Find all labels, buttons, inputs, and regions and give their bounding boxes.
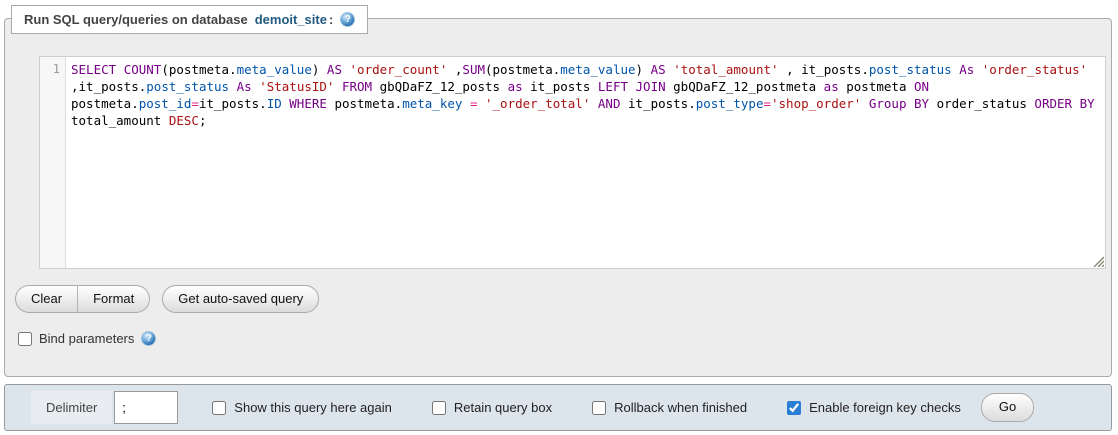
rollback-checkbox[interactable] <box>592 400 607 415</box>
bind-parameters-label: Bind parameters <box>39 331 135 346</box>
go-button[interactable]: Go <box>980 393 1035 422</box>
show-query-again-label: Show this query here again <box>234 400 392 415</box>
help-icon[interactable]: ? <box>340 12 356 27</box>
bind-parameters-row: Bind parameters ? <box>18 331 157 346</box>
retain-query-box-label: Retain query box <box>453 400 553 415</box>
delimiter-label: Delimiter <box>31 391 113 424</box>
foreign-key-checks-label: Enable foreign key checks <box>809 400 961 415</box>
format-button[interactable]: Format <box>77 285 151 314</box>
fieldset-legend: Run SQL query/queries on database demoit… <box>11 5 369 34</box>
clear-format-group: Clear Format <box>15 285 151 314</box>
legend-title: Run SQL query/queries on database <box>24 12 248 27</box>
get-autosaved-query-button[interactable]: Get auto-saved query <box>162 285 320 314</box>
clear-button[interactable]: Clear <box>15 285 78 314</box>
rollback-label: Rollback when finished <box>614 400 748 415</box>
option-foreign-key-checks: Enable foreign key checks <box>787 400 961 415</box>
bind-parameters-checkbox[interactable] <box>18 331 32 346</box>
sql-query-fieldset: Run SQL query/queries on database demoit… <box>4 5 1112 377</box>
help-icon[interactable]: ? <box>141 331 157 346</box>
line-number-gutter: 1 <box>40 57 66 268</box>
sql-editor: 1 SELECT COUNT(postmeta.meta_value) AS '… <box>39 56 1106 269</box>
option-retain-query-box: Retain query box <box>431 400 553 415</box>
line-number: 1 <box>52 62 60 76</box>
show-query-again-checkbox[interactable] <box>212 400 227 415</box>
retain-query-box-checkbox[interactable] <box>431 400 446 415</box>
code-lines: SELECT COUNT(postmeta.meta_value) AS 'or… <box>71 62 1095 128</box>
query-options-footer: Delimiter Show this query here again Ret… <box>4 384 1112 431</box>
legend-colon: : <box>328 12 334 27</box>
option-rollback: Rollback when finished <box>592 400 747 415</box>
database-link[interactable]: demoit_site <box>255 12 327 27</box>
resize-grip-icon[interactable] <box>1091 254 1104 267</box>
foreign-key-checks-checkbox[interactable] <box>787 400 802 415</box>
option-show-query-again: Show this query here again <box>212 400 392 415</box>
editor-actions: Clear Format Get auto-saved query <box>15 285 320 314</box>
sql-code-input[interactable]: SELECT COUNT(postmeta.meta_value) AS 'or… <box>66 57 1105 268</box>
delimiter-input[interactable] <box>114 391 179 424</box>
